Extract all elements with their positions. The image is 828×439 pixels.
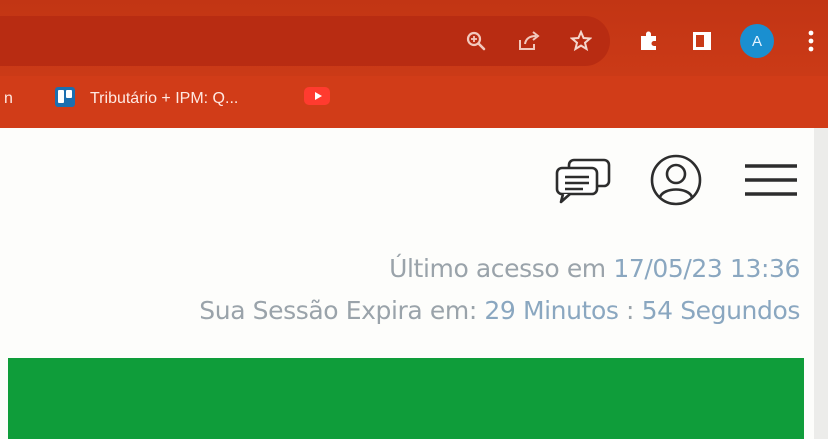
puzzle-icon[interactable]: [634, 26, 664, 56]
session-separator: :: [626, 296, 635, 325]
share-icon[interactable]: [516, 28, 542, 54]
profile-avatar[interactable]: A: [740, 24, 774, 58]
screen: A n Tributário + IPM: Q... Último acesso…: [0, 0, 828, 439]
session-minutes: 29: [484, 296, 516, 325]
bookmark-tributario[interactable]: Tributário + IPM: Q...: [90, 90, 238, 108]
last-access-label: Último acesso em: [389, 254, 606, 283]
chat-icon[interactable]: [552, 150, 614, 210]
session-seconds-label: Segundos: [680, 296, 800, 325]
session-label: Sua Sessão Expira em:: [199, 296, 477, 325]
zoom-in-icon[interactable]: [463, 28, 489, 54]
last-access-value: 17/05/23 13:36: [613, 254, 800, 283]
trello-icon: [55, 87, 75, 107]
user-icon[interactable]: [648, 150, 704, 210]
hamburger-menu-icon[interactable]: [742, 150, 800, 210]
session-seconds: 54: [641, 296, 673, 325]
last-access-line: Último acesso em 17/05/23 13:36: [389, 254, 800, 283]
green-banner: [8, 358, 804, 439]
bookmark-partial[interactable]: n: [4, 90, 13, 108]
youtube-icon[interactable]: [304, 87, 330, 105]
session-expiry-line: Sua Sessão Expira em: 29 Minutos : 54 Se…: [199, 296, 800, 325]
side-panel-icon[interactable]: [687, 26, 717, 56]
star-icon[interactable]: [568, 28, 594, 54]
kebab-menu-icon[interactable]: [796, 26, 826, 56]
scrollbar-track[interactable]: [814, 128, 828, 439]
session-minutes-label: Minutos: [522, 296, 619, 325]
profile-initial: A: [751, 32, 762, 50]
